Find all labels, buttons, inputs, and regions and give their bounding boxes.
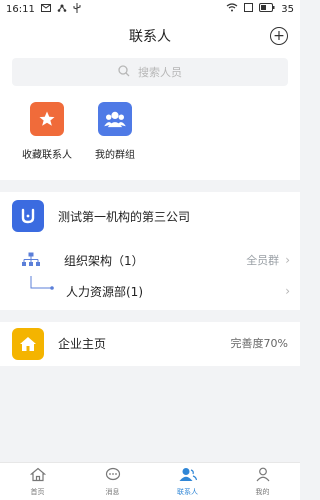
search-input[interactable]: 搜索人员 — [12, 58, 288, 86]
nav-profile[interactable]: 我的 — [225, 463, 300, 500]
section-divider — [0, 310, 300, 322]
nav-messages-label: 消息 — [105, 487, 120, 496]
app-header: 联系人 + — [0, 18, 300, 54]
department-row[interactable]: 人力资源部(1) › — [0, 276, 300, 306]
all-members-link[interactable]: 全员群 › — [246, 252, 300, 268]
chevron-right-icon: › — [285, 253, 290, 267]
user-outline-icon — [255, 467, 271, 484]
page-title: 联系人 — [129, 29, 171, 45]
search-icon — [118, 64, 130, 80]
section-divider — [0, 180, 300, 192]
contacts-icon — [179, 467, 197, 484]
plus-icon: + — [273, 28, 285, 44]
status-bar: 16:11 35 — [0, 0, 300, 18]
nav-contacts-label: 联系人 — [177, 487, 198, 496]
battery-icon — [259, 3, 275, 15]
bottom-navigation: 首页 消息 联系人 我的 — [0, 462, 300, 500]
nav-contacts[interactable]: 联系人 — [150, 463, 225, 500]
org-structure-row[interactable]: 组织架构（1） 全员群 › — [0, 244, 300, 276]
favorites-contacts-button[interactable]: 收藏联系人 — [12, 102, 82, 161]
org-structure-label: 组织架构（1） — [64, 253, 144, 268]
home-outline-icon — [29, 467, 46, 484]
chevron-right-icon: › — [285, 284, 290, 298]
status-time: 16:11 — [6, 3, 35, 15]
search-section: 搜索人员 — [0, 54, 300, 98]
chat-bubble-icon — [105, 467, 121, 484]
network-icon — [57, 4, 67, 15]
nav-profile-label: 我的 — [255, 487, 270, 496]
screen-icon — [244, 3, 254, 15]
all-members-label: 全员群 — [246, 254, 280, 267]
department-chevron: › — [285, 284, 300, 298]
organization-card: 测试第一机构的第三公司 组织架构（1） 全员群 › 人力资源部(1) › — [0, 192, 300, 310]
profile-completeness: 完善度70% — [230, 337, 288, 350]
nav-messages[interactable]: 消息 — [75, 463, 150, 500]
groups-label: 我的群组 — [95, 150, 135, 161]
nav-home[interactable]: 首页 — [0, 463, 75, 500]
quick-access: 收藏联系人 我的群组 — [0, 98, 300, 180]
star-icon — [30, 102, 64, 136]
tree-connector-icon — [30, 276, 60, 300]
department-label: 人力资源部(1) — [66, 284, 143, 299]
usb-icon — [73, 2, 81, 16]
company-homepage-row[interactable]: 企业主页 完善度70% — [0, 322, 300, 366]
search-placeholder: 搜索人员 — [138, 66, 182, 79]
nav-home-label: 首页 — [30, 487, 45, 496]
company-homepage-label: 企业主页 — [58, 337, 107, 351]
battery-level: 35 — [281, 3, 294, 15]
group-icon — [98, 102, 132, 136]
home-icon — [12, 328, 44, 360]
favorites-label: 收藏联系人 — [22, 150, 72, 161]
organization-logo-icon — [12, 200, 44, 232]
message-icon — [40, 3, 51, 15]
wifi-icon — [226, 3, 238, 15]
organization-header[interactable]: 测试第一机构的第三公司 — [12, 200, 190, 232]
organization-name: 测试第一机构的第三公司 — [58, 209, 191, 224]
my-groups-button[interactable]: 我的群组 — [80, 102, 150, 161]
add-button[interactable]: + — [270, 27, 288, 45]
org-chart-icon — [22, 252, 40, 272]
